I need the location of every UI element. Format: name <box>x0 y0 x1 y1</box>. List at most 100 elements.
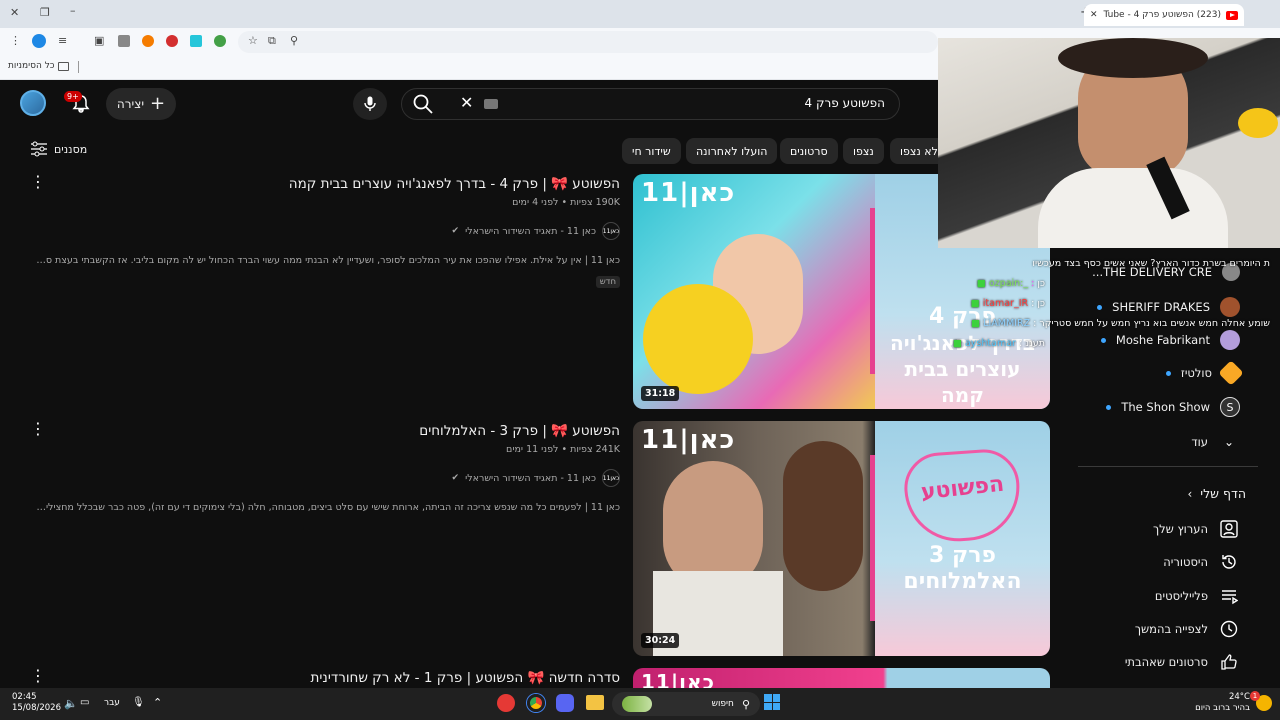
sub-label: Moshe Fabrikant <box>1115 333 1210 347</box>
verified-icon: ✔ <box>451 473 460 483</box>
extension-4-icon[interactable] <box>190 35 202 47</box>
chip-watched[interactable]: נצפו <box>843 138 884 164</box>
sidebar-divider <box>1078 466 1258 467</box>
bookmark-star-icon[interactable]: ☆ <box>248 34 258 47</box>
sub-item-moshe[interactable]: Moshe Fabrikant <box>1100 330 1240 350</box>
show-more-button[interactable]: ⌄ עוד <box>1191 431 1240 453</box>
video-1-channel[interactable]: כאן11 כאן 11 - תאגיד השידור הישראלי ✔ <box>452 222 620 240</box>
tab-close-icon[interactable]: ✕ <box>1090 10 1098 20</box>
video-2-title[interactable]: הפשוטע 🎀 | פרק 3 - האלמלוחים <box>419 423 620 439</box>
windows-start-icon[interactable] <box>764 694 780 710</box>
keyboard-icon[interactable] <box>484 99 498 109</box>
profile-icon[interactable] <box>32 34 46 48</box>
divider <box>78 61 79 73</box>
channel-avatar[interactable]: כאן11 <box>602 469 620 487</box>
notifications-button[interactable]: 9+ <box>64 91 92 114</box>
chat-badge-icon: ■ <box>970 298 980 309</box>
video-2-description: כאן 11 | לפעמים כל מה שנפש צריכה זה הבית… <box>36 502 620 513</box>
create-button[interactable]: + יצירה <box>106 88 176 120</box>
reading-list-icon[interactable]: ≡ <box>58 34 67 47</box>
file-explorer-icon[interactable] <box>586 695 604 710</box>
video-2-menu-icon[interactable]: ⋮ <box>30 421 46 437</box>
sidebar-item-history[interactable]: היסטוריה <box>1163 551 1240 573</box>
extension-2-icon[interactable] <box>142 35 154 47</box>
thumbnail-duck-float <box>643 284 753 394</box>
chip-recent[interactable]: הועלו לאחרונה <box>686 138 778 164</box>
chip-live[interactable]: שידור חי <box>622 138 681 164</box>
video-1-menu-icon[interactable]: ⋮ <box>30 174 46 190</box>
chat-message: כן : itamar_IR ■ <box>970 298 1045 309</box>
translate-icon[interactable]: ⧉ <box>268 34 276 48</box>
video-1-title[interactable]: הפשוטע 🎀 | פרק 4 - בדרך לפאנג'ויה עוצרים… <box>289 176 620 192</box>
search-button[interactable] <box>412 93 442 115</box>
weather-badge: 1 <box>1250 691 1260 701</box>
sidebar-item-channel[interactable]: הערוץ שלך <box>1153 518 1240 540</box>
chat-message: תעננ : ayshtamar ■ <box>952 338 1045 349</box>
sidebar-item-liked[interactable]: סרטונים שאהבתי <box>1125 651 1240 673</box>
video-2-meta: 241K צפיות • לפני 11 ימים <box>506 444 620 455</box>
tray-overflow-icon[interactable]: ⌃ <box>153 696 162 709</box>
speaker-icon[interactable]: 🔈 <box>64 697 78 710</box>
show-more-label: עוד <box>1191 435 1208 449</box>
sidebar-label: פלייליסטים <box>1154 589 1208 603</box>
discord-icon[interactable] <box>556 694 574 712</box>
tab-youtube[interactable]: (223) הפשוטע פרק 4 - YouTube ✕ <box>1084 4 1244 26</box>
extension-5-icon[interactable] <box>214 35 226 47</box>
streamer-shirt <box>1038 168 1228 248</box>
chat-text: שומע אחלה חמש אנשים בוא נריץ חמש על חמש … <box>1039 318 1270 329</box>
clock[interactable]: 02:45 15/08/2026 <box>12 692 61 714</box>
search-box[interactable]: ✕ הפשוטע פרק 4 <box>401 88 900 120</box>
microphone-tray-icon[interactable]: 🎙 <box>132 697 145 708</box>
weather-widget[interactable]: 24°C בהיר ברוב היום <box>1195 692 1250 714</box>
chat-message: ת היומרים בשרת כדור הארץ? שאני אשים כסף … <box>1032 258 1270 269</box>
chrome-icon[interactable] <box>527 694 545 712</box>
channel-avatar <box>1220 330 1240 350</box>
voice-search-button[interactable] <box>353 88 387 120</box>
account-avatar[interactable] <box>20 90 46 116</box>
channel-avatar[interactable]: כאן11 <box>602 222 620 240</box>
minimize-window-icon[interactable]: – <box>70 4 76 17</box>
chip-videos[interactable]: סרטונים <box>780 138 838 164</box>
sidebar-item-watch-later[interactable]: לצפייה בהמשך <box>1135 618 1240 640</box>
sidebar-label: היסטוריה <box>1163 555 1208 569</box>
taskbar-search[interactable]: ⚲ חיפוש <box>612 692 760 716</box>
thumbs-up-icon <box>1218 651 1240 673</box>
video-2-channel[interactable]: כאן11 כאן 11 - תאגיד השידור הישראלי ✔ <box>452 469 620 487</box>
all-bookmarks-label[interactable]: כל הסימניות <box>8 61 55 71</box>
search-input[interactable]: הפשוטע פרק 4 <box>805 96 885 110</box>
close-window-icon[interactable]: ✕ <box>10 6 19 19</box>
you-section-header[interactable]: הדף שלי › <box>1187 486 1246 501</box>
sub-item-sheriff[interactable]: SHERIFF DRAKES <box>1097 297 1240 317</box>
sub-item-shon[interactable]: S The Shon Show <box>1106 397 1240 417</box>
zoom-icon[interactable]: ⚲ <box>290 34 298 47</box>
url-field[interactable]: ☆ ⧉ ⚲ <box>238 31 938 53</box>
sidebar-item-playlists[interactable]: פלייליסטים <box>1155 585 1240 607</box>
channel-name[interactable]: כאן 11 - תאגיד השידור הישראלי <box>465 473 596 484</box>
app-streaming-icon[interactable] <box>497 694 515 712</box>
video-3-menu-icon[interactable]: ⋮ <box>30 668 46 684</box>
clear-search-icon[interactable]: ✕ <box>460 93 473 112</box>
clock-icon <box>1218 618 1240 640</box>
extensions-icon[interactable]: ▣ <box>94 34 104 47</box>
filters-button[interactable]: מסננים <box>30 141 87 157</box>
new-content-dot <box>1165 370 1171 376</box>
extension-1-icon[interactable] <box>118 35 130 47</box>
verified-icon: ✔ <box>451 226 460 236</box>
video-2-thumbnail[interactable]: הפשוטע פרק 3 האלמלוחים כאן|11 30:24 <box>633 421 1050 656</box>
you-label: הדף שלי <box>1200 486 1246 501</box>
sub-label: SHERIFF DRAKES <box>1112 300 1210 314</box>
language-indicator[interactable]: עבר <box>104 698 120 708</box>
sub-item-soltiz[interactable]: סולטיז <box>1165 360 1244 386</box>
kan-logo: כאן|11 <box>641 425 736 455</box>
sub-label: The Shon Show <box>1121 400 1210 414</box>
video-3-title[interactable]: סדרה חדשה 🎀 הפשוטע | פרק 1 - לא רק שחורד… <box>311 670 620 686</box>
menu-dots-icon[interactable]: ⋮ <box>10 34 21 47</box>
extension-3-icon[interactable] <box>166 35 178 47</box>
channel-name[interactable]: כאן 11 - תאגיד השידור הישראלי <box>465 226 596 237</box>
new-badge: חדש <box>595 276 620 288</box>
chat-user: itamar_IR <box>982 298 1029 309</box>
video-2-duration: 30:24 <box>641 633 680 648</box>
network-icon[interactable]: ▭ <box>80 697 89 708</box>
video-3-thumbnail[interactable]: כאן|11 <box>633 668 1050 688</box>
restore-window-icon[interactable]: ❐ <box>40 6 50 19</box>
